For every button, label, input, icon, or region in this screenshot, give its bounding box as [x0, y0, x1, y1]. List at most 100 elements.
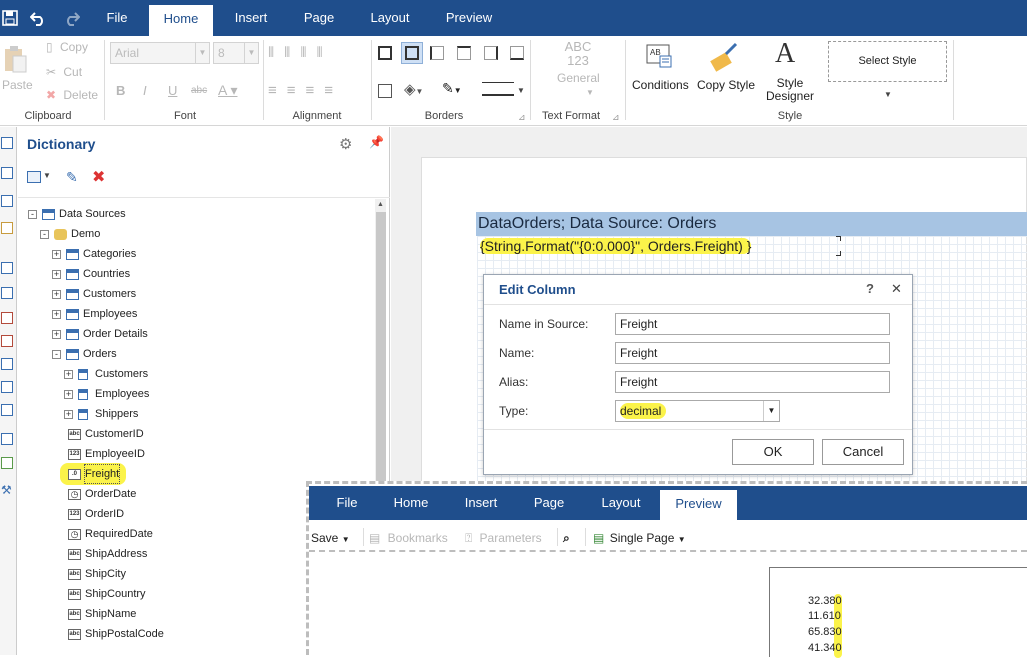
expand-icon[interactable]: +: [52, 250, 61, 259]
toolbox-item-icon[interactable]: [1, 195, 13, 207]
new-item-icon[interactable]: [27, 171, 41, 183]
dialog-launcher-icon[interactable]: ⊿: [612, 112, 620, 123]
toolbox-item-icon[interactable]: [1, 358, 13, 370]
scroll-up-icon[interactable]: ▲: [377, 201, 384, 208]
save-dropdown[interactable]: Save ▼: [311, 531, 350, 545]
toolbox-item-icon[interactable]: [1, 335, 13, 347]
collapse-icon[interactable]: -: [40, 230, 49, 239]
tree-item[interactable]: + Shippers: [18, 405, 373, 423]
delete-icon[interactable]: ✖: [92, 167, 105, 187]
edit-icon[interactable]: ✎: [66, 169, 78, 186]
gear-icon[interactable]: ⚙: [339, 135, 352, 153]
single-page-dropdown[interactable]: ▤ Single Page ▼: [593, 531, 686, 545]
tab-page[interactable]: Page: [529, 486, 569, 520]
outside-borders-icon[interactable]: [401, 42, 423, 64]
tab-insert[interactable]: Insert: [226, 0, 276, 36]
dialog-launcher-icon[interactable]: ⊿: [518, 112, 526, 123]
toolbox-item-icon[interactable]: [1, 167, 13, 179]
tab-file[interactable]: File: [96, 0, 138, 36]
tree-item[interactable]: + Order Details: [18, 325, 373, 343]
strikethrough-button[interactable]: abc: [191, 85, 207, 96]
select-style-box[interactable]: Select Style: [828, 41, 947, 82]
right-border-icon[interactable]: [484, 46, 498, 60]
redo-icon[interactable]: [62, 8, 82, 28]
tree-item[interactable]: - Demo: [18, 225, 373, 243]
font-family-select[interactable]: Arial ▼: [110, 42, 210, 64]
tab-preview[interactable]: Preview: [660, 490, 737, 520]
all-borders-icon[interactable]: [378, 46, 392, 60]
databand-header[interactable]: DataOrders; Data Source: Orders: [476, 212, 1027, 236]
top-border-icon[interactable]: [457, 46, 471, 60]
expand-icon[interactable]: +: [52, 310, 61, 319]
save-icon[interactable]: [0, 8, 20, 28]
tab-home[interactable]: Home: [149, 5, 213, 36]
left-border-icon[interactable]: [430, 46, 444, 60]
tab-preview[interactable]: Preview: [442, 0, 496, 36]
ok-button[interactable]: OK: [732, 439, 814, 465]
chevron-down-icon[interactable]: ▼: [517, 86, 525, 95]
copy-style-icon[interactable]: [708, 40, 740, 75]
border-style-icon[interactable]: [482, 82, 514, 96]
tab-layout[interactable]: Layout: [366, 0, 414, 36]
tab-home[interactable]: Home: [389, 486, 433, 520]
text-format-icon[interactable]: ABC 123: [558, 40, 598, 68]
horizontal-align-buttons[interactable]: ≡≡≡≡: [268, 82, 343, 99]
conditions-button[interactable]: Conditions: [632, 78, 689, 92]
toolbox-item-icon[interactable]: [1, 404, 13, 416]
no-border-icon[interactable]: [378, 84, 392, 98]
style-designer-button[interactable]: Style Designer: [766, 77, 814, 103]
text-component[interactable]: {String.Format("{0:0.000}", Orders.Freig…: [476, 236, 840, 256]
toolbox-item-icon[interactable]: [1, 137, 13, 149]
tree-item[interactable]: + Employees: [18, 305, 373, 323]
collapse-icon[interactable]: -: [28, 210, 37, 219]
expand-icon[interactable]: +: [52, 330, 61, 339]
tab-layout[interactable]: Layout: [597, 486, 645, 520]
style-designer-icon[interactable]: A: [775, 38, 795, 70]
copy-style-button[interactable]: Copy Style: [697, 78, 755, 92]
tree-item[interactable]: abc CustomerID: [18, 425, 373, 443]
underline-button[interactable]: U: [168, 83, 177, 98]
font-size-select[interactable]: 8 ▼: [213, 42, 259, 64]
expand-icon[interactable]: +: [64, 410, 73, 419]
border-color-icon[interactable]: ✎▼: [442, 80, 462, 97]
fill-color-icon[interactable]: ◈▼: [404, 80, 423, 98]
expand-icon[interactable]: +: [64, 390, 73, 399]
delete-button[interactable]: ✖ Delete: [46, 88, 98, 102]
tree-item[interactable]: + Countries: [18, 265, 373, 283]
bottom-border-icon[interactable]: [510, 46, 524, 60]
tree-item[interactable]: + Categories: [18, 245, 373, 263]
vertical-align-buttons[interactable]: ⦀⦀⦀⦀: [268, 44, 333, 61]
italic-button[interactable]: I: [143, 83, 147, 98]
font-color-button[interactable]: A ▾: [218, 82, 237, 99]
toolbox-item-icon[interactable]: [1, 457, 13, 469]
collapse-icon[interactable]: -: [52, 350, 61, 359]
tree-item[interactable]: - Orders: [18, 345, 373, 363]
toolbox-item-icon[interactable]: [1, 287, 13, 299]
toolbox-item-icon[interactable]: [1, 262, 13, 274]
expand-icon[interactable]: +: [52, 290, 61, 299]
pin-icon[interactable]: 📌: [369, 135, 384, 149]
tree-item[interactable]: + Customers: [18, 365, 373, 383]
toolbox-item-icon[interactable]: [1, 222, 13, 234]
undo-icon[interactable]: [28, 8, 48, 28]
tab-file[interactable]: File: [327, 486, 367, 520]
alias-field[interactable]: Freight: [615, 371, 890, 393]
bold-button[interactable]: B: [116, 83, 125, 98]
tree-item[interactable]: 123 EmployeeID: [18, 445, 373, 463]
chevron-down-icon[interactable]: ▼: [884, 90, 892, 99]
name-in-source-field[interactable]: Freight: [615, 313, 890, 335]
cancel-button[interactable]: Cancel: [822, 439, 904, 465]
bookmarks-button[interactable]: ▤ Bookmarks: [369, 531, 448, 545]
chevron-down-icon[interactable]: ▼: [763, 401, 779, 421]
cut-button[interactable]: ✂ Cut: [46, 65, 82, 79]
tab-page[interactable]: Page: [299, 0, 339, 36]
close-icon[interactable]: ✕: [891, 281, 902, 297]
toolbox-item-icon[interactable]: [1, 433, 13, 445]
parameters-button[interactable]: ⍰ Parameters: [465, 531, 542, 546]
conditions-icon[interactable]: AB: [645, 42, 673, 73]
chevron-down-icon[interactable]: ▼: [586, 88, 594, 97]
paste-icon[interactable]: [2, 44, 28, 74]
tree-item[interactable]: - Data Sources: [18, 205, 373, 223]
tree-item[interactable]: + Employees: [18, 385, 373, 403]
chevron-down-icon[interactable]: ▼: [43, 171, 51, 180]
